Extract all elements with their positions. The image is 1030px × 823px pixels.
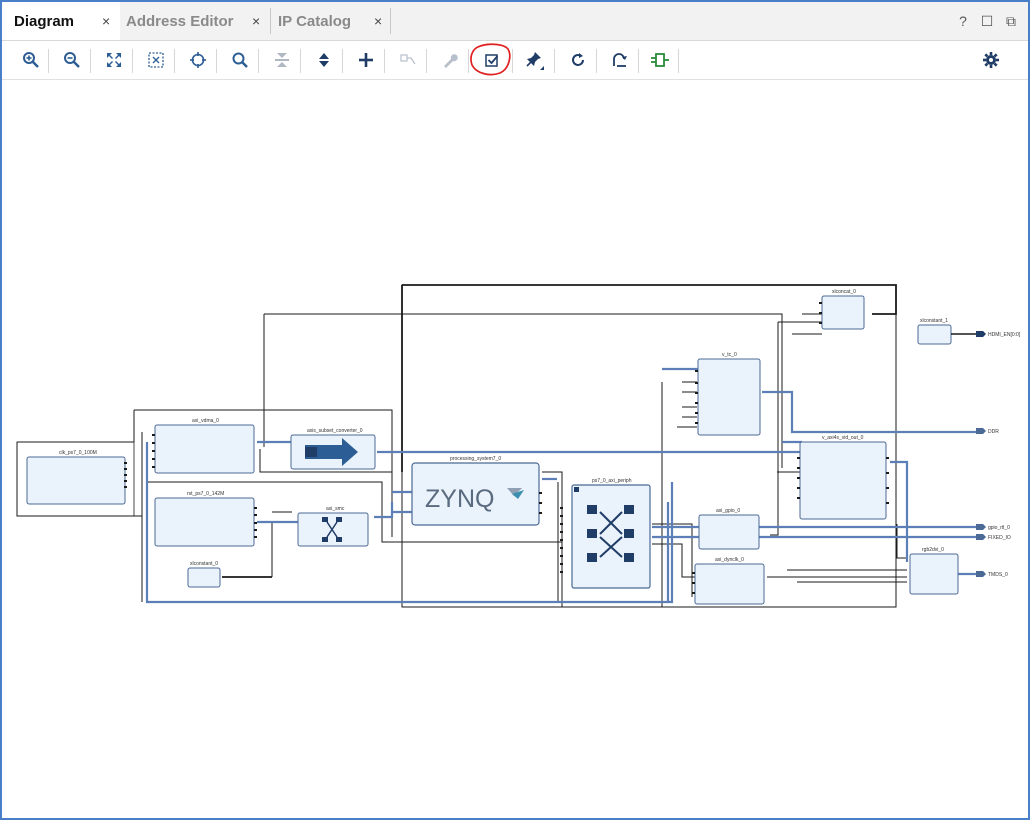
toolbar-divider bbox=[638, 49, 639, 73]
wires bbox=[16, 284, 907, 608]
block-label: xlconstant_0 bbox=[190, 561, 218, 567]
block-xlconstant-0[interactable]: xlconstant_0 bbox=[187, 561, 221, 588]
toolbar-divider bbox=[384, 49, 385, 73]
block-axi-dynclk[interactable]: axi_dynclk_0 bbox=[694, 557, 765, 605]
toolbar-divider bbox=[90, 49, 91, 73]
block-xlconcat[interactable]: xlconcat_0 bbox=[821, 289, 865, 330]
tab-bar: Diagram × Address Editor × IP Catalog × … bbox=[2, 2, 1028, 41]
block-axi-vdma[interactable]: axi_vdma_0 bbox=[154, 418, 255, 474]
block-label: axi_vdma_0 bbox=[192, 418, 219, 424]
block-xlconstant-1[interactable]: xlconstant_1 bbox=[917, 318, 977, 345]
restore-icon[interactable]: ☐ bbox=[980, 13, 994, 30]
port-fixed-io[interactable]: FIXED_IO bbox=[976, 534, 1011, 541]
window-controls: ? ☐ ⧉ bbox=[956, 13, 1018, 30]
diagram-canvas[interactable]: clk_ps7_0_100M axi_vdma_0 axis_subset_co… bbox=[2, 80, 1028, 818]
regenerate-layout-icon[interactable] bbox=[567, 49, 589, 71]
block-v-tc[interactable]: v_tc_0 bbox=[697, 352, 761, 436]
zoom-area-icon[interactable] bbox=[145, 49, 167, 71]
block-label: rgb2dvi_0 bbox=[922, 547, 944, 553]
toolbar-divider bbox=[678, 49, 679, 73]
block-label: ps7_0_axi_periph bbox=[592, 478, 632, 484]
block-processing-system[interactable]: processing_system7_0 ZYNQ bbox=[411, 456, 540, 526]
search-icon[interactable] bbox=[229, 49, 251, 71]
block-label: axi_dynclk_0 bbox=[715, 557, 744, 563]
add-ip-icon[interactable] bbox=[355, 49, 377, 71]
block-label: clk_ps7_0_100M bbox=[59, 450, 97, 456]
block-label: xlconcat_0 bbox=[832, 289, 856, 295]
block-axi-periph[interactable]: ps7_0_axi_periph bbox=[571, 478, 651, 589]
zoom-fit-icon[interactable] bbox=[103, 49, 125, 71]
toolbar-divider bbox=[300, 49, 301, 73]
toolbar-divider bbox=[174, 49, 175, 73]
block-clk-ps7[interactable]: clk_ps7_0_100M bbox=[26, 450, 126, 505]
toolbar bbox=[2, 41, 1028, 80]
tab-divider bbox=[390, 8, 391, 34]
port-label: FIXED_IO bbox=[988, 535, 1011, 541]
block-axi-smc[interactable]: axi_smc bbox=[297, 506, 369, 547]
toolbar-divider bbox=[48, 49, 49, 73]
port-label: TMDS_0 bbox=[988, 572, 1008, 578]
external-ports: HDMI_EN[0:0] DDR gpio_rtl_0 FIXED_IO TMD… bbox=[976, 331, 1021, 578]
tab-address-editor[interactable]: Address Editor × bbox=[120, 2, 270, 40]
block-label: v_axi4s_vid_out_0 bbox=[822, 435, 864, 441]
tab-ip-catalog-label: IP Catalog bbox=[278, 12, 352, 30]
close-icon[interactable]: × bbox=[374, 13, 382, 29]
tab-ip-catalog[interactable]: IP Catalog × bbox=[270, 2, 390, 40]
port-hdmi-en[interactable]: HDMI_EN[0:0] bbox=[976, 331, 1021, 338]
float-icon[interactable]: ⧉ bbox=[1004, 13, 1018, 30]
diagram-window: Diagram × Address Editor × IP Catalog × … bbox=[0, 0, 1030, 820]
block-label: axi_gpio_0 bbox=[716, 508, 740, 514]
help-icon[interactable]: ? bbox=[956, 13, 970, 30]
port-ddr[interactable]: DDR bbox=[976, 428, 999, 435]
port-label: DDR bbox=[988, 429, 999, 435]
pin-icon[interactable] bbox=[525, 49, 547, 71]
settings-icon[interactable] bbox=[980, 49, 1002, 71]
block-rgb2dvi[interactable]: rgb2dvi_0 bbox=[909, 547, 959, 595]
toolbar-divider bbox=[258, 49, 259, 73]
block-axi-gpio[interactable]: axi_gpio_0 bbox=[698, 508, 760, 550]
toolbar-divider bbox=[596, 49, 597, 73]
toolbar-divider bbox=[512, 49, 513, 73]
tab-diagram[interactable]: Diagram × bbox=[2, 2, 120, 40]
block-rst-ps7[interactable]: rst_ps7_0_142M bbox=[154, 491, 255, 547]
expand-all-icon[interactable] bbox=[313, 49, 335, 71]
port-tmds[interactable]: TMDS_0 bbox=[976, 571, 1008, 578]
tab-address-editor-label: Address Editor bbox=[126, 12, 234, 30]
block-label: axis_subset_converter_0 bbox=[307, 428, 363, 434]
block-diagram[interactable]: clk_ps7_0_100M axi_vdma_0 axis_subset_co… bbox=[2, 80, 1028, 818]
toolbar-divider bbox=[342, 49, 343, 73]
port-label: gpio_rtl_0 bbox=[988, 525, 1010, 531]
block-label: rst_ps7_0_142M bbox=[187, 491, 224, 497]
zoom-in-icon[interactable] bbox=[20, 49, 42, 71]
highlight-circle bbox=[469, 42, 511, 76]
zynq-logo: ZYNQ bbox=[425, 485, 494, 513]
center-icon[interactable] bbox=[187, 49, 209, 71]
customize-block-icon bbox=[439, 49, 461, 71]
collapse-all-icon bbox=[271, 49, 293, 71]
add-module-icon[interactable] bbox=[649, 49, 671, 71]
toolbar-divider bbox=[216, 49, 217, 73]
optimize-routing-icon[interactable] bbox=[609, 49, 631, 71]
toolbar-divider bbox=[426, 49, 427, 73]
tab-diagram-label: Diagram bbox=[14, 12, 75, 30]
port-gpio[interactable]: gpio_rtl_0 bbox=[976, 524, 1010, 531]
block-label: processing_system7_0 bbox=[450, 456, 501, 462]
zoom-out-icon[interactable] bbox=[61, 49, 83, 71]
make-connection-icon bbox=[397, 49, 419, 71]
close-icon[interactable]: × bbox=[252, 13, 260, 29]
toolbar-divider bbox=[132, 49, 133, 73]
block-axis-converter[interactable]: axis_subset_converter_0 bbox=[290, 428, 376, 470]
close-icon[interactable]: × bbox=[102, 13, 110, 29]
block-vid-out[interactable]: v_axi4s_vid_out_0 bbox=[799, 435, 887, 520]
port-label: HDMI_EN[0:0] bbox=[988, 332, 1021, 338]
block-label: axi_smc bbox=[326, 506, 345, 512]
block-label: xlconstant_1 bbox=[920, 318, 948, 324]
block-label: v_tc_0 bbox=[722, 352, 737, 358]
toolbar-divider bbox=[554, 49, 555, 73]
